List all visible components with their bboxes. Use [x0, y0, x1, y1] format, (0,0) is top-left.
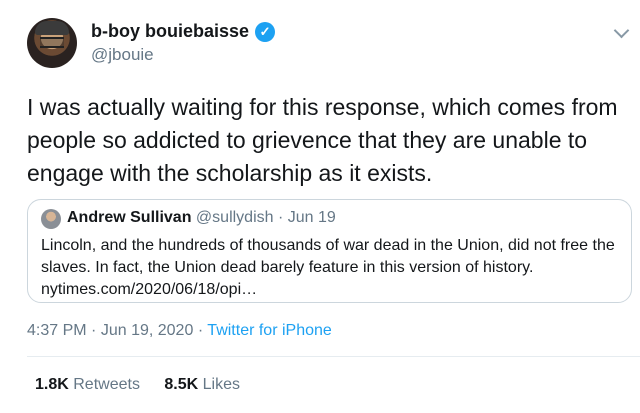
quoted-separator: · — [277, 209, 284, 226]
tweet-date[interactable]: Jun 19, 2020 — [101, 322, 194, 339]
meta-separator: · — [91, 322, 97, 339]
author-name-row: b-boy bouiebaisse ✓ — [91, 21, 276, 42]
quoted-tweet-header: Andrew Sullivan @sullydish · Jun 19 — [67, 209, 336, 227]
divider — [27, 356, 640, 357]
author-display-name[interactable]: b-boy bouiebaisse — [91, 21, 249, 42]
tweet-card: b-boy bouiebaisse ✓ @jbouie I was actual… — [0, 0, 640, 413]
quoted-author-handle: @sullydish — [195, 209, 274, 226]
tweet-text: I was actually waiting for this response… — [27, 94, 618, 186]
avatar-glasses-shape — [40, 37, 64, 48]
quoted-author-avatar — [41, 209, 61, 229]
likes-label: Likes — [202, 376, 241, 393]
quoted-date: Jun 19 — [287, 209, 336, 226]
avatar-hat-shape — [35, 21, 69, 35]
author-avatar[interactable] — [27, 18, 77, 68]
retweets-count: 1.8K — [35, 376, 69, 393]
author-handle[interactable]: @jbouie — [91, 45, 154, 65]
tweet-time[interactable]: 4:37 PM — [27, 322, 87, 339]
quoted-tweet-text: Lincoln, and the hundreds of thousands o… — [41, 237, 615, 298]
retweets-stat[interactable]: 1.8K Retweets — [35, 376, 140, 394]
tweet-source-link[interactable]: Twitter for iPhone — [207, 322, 332, 339]
retweets-label: Retweets — [73, 376, 140, 393]
verified-badge-icon: ✓ — [255, 21, 276, 42]
quoted-tweet[interactable]: Andrew Sullivan @sullydish · Jun 19 Linc… — [27, 199, 632, 303]
chevron-down-icon[interactable] — [613, 22, 630, 39]
tweet-meta: 4:37 PM · Jun 19, 2020 · Twitter for iPh… — [27, 322, 332, 340]
likes-stat[interactable]: 8.5K Likes — [164, 376, 240, 394]
quoted-author-name: Andrew Sullivan — [67, 209, 192, 226]
meta-separator-2: · — [197, 322, 204, 339]
likes-count: 8.5K — [164, 376, 199, 393]
tweet-stats: 1.8K Retweets 8.5K Likes — [35, 376, 240, 394]
